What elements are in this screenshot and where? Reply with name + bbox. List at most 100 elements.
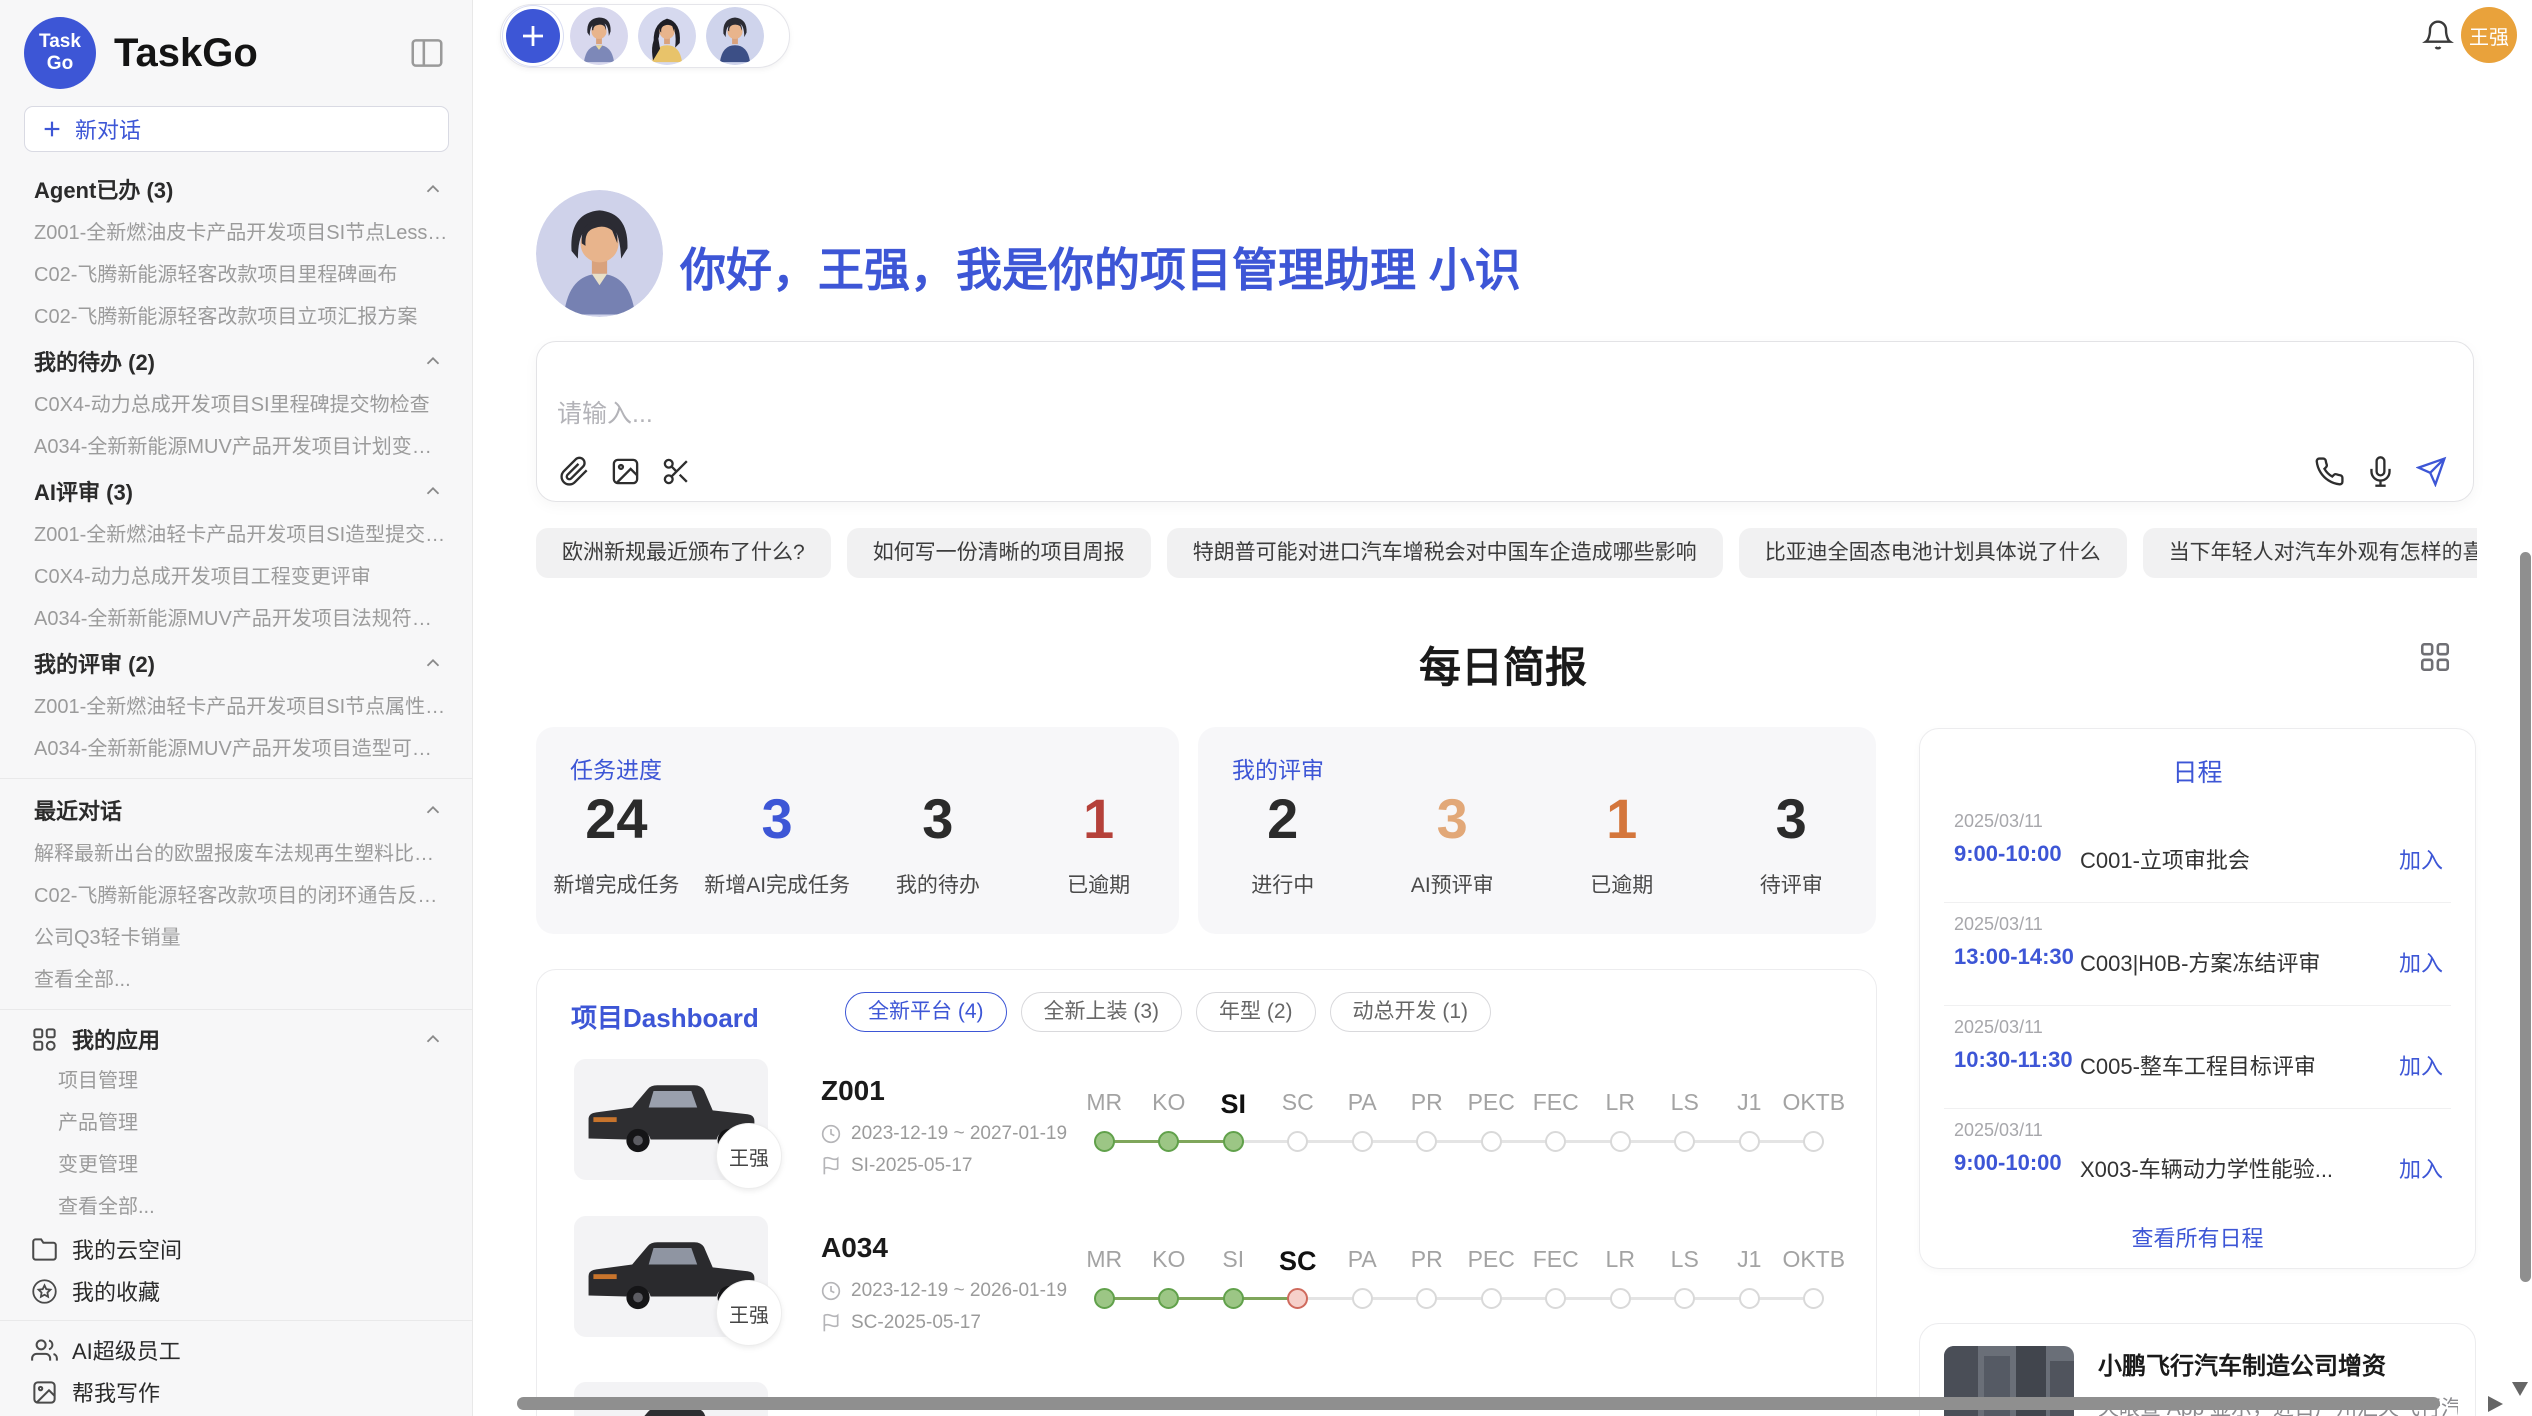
- list-item[interactable]: C0X4-动力总成开发项目SI里程碑提交物检查: [0, 384, 472, 426]
- project-milestone-flag: SC-2025-05-17: [821, 1312, 981, 1334]
- schedule-date: 2025/03/11: [1954, 914, 2043, 935]
- paperclip-icon[interactable]: [559, 456, 590, 487]
- list-item[interactable]: C0X4-动力总成开发项目工程变更评审: [0, 556, 472, 598]
- milestone-dot[interactable]: [1094, 1131, 1115, 1152]
- milestone-dot[interactable]: [1739, 1288, 1760, 1309]
- milestone-dot[interactable]: [1223, 1288, 1244, 1309]
- join-button[interactable]: 加入: [2399, 1049, 2443, 1081]
- milestone-label: MR: [1072, 1246, 1137, 1277]
- logo-text-bottom: Go: [47, 53, 73, 75]
- milestone-dot[interactable]: [1803, 1288, 1824, 1309]
- milestone-dot[interactable]: [1545, 1288, 1566, 1309]
- milestone-dot[interactable]: [1352, 1288, 1373, 1309]
- sidebar-item-my-apps[interactable]: 我的应用: [0, 1018, 472, 1060]
- phone-icon[interactable]: [2314, 456, 2345, 487]
- notification-bell-icon[interactable]: [2422, 19, 2454, 51]
- section-ai-review[interactable]: AI评审 (3): [0, 468, 472, 514]
- section-recent-chats[interactable]: 最近对话: [0, 787, 472, 833]
- milestone-dot[interactable]: [1803, 1131, 1824, 1152]
- sidebar-item-help-me-write[interactable]: 帮我写作: [0, 1371, 472, 1413]
- milestone-dot[interactable]: [1094, 1288, 1115, 1309]
- list-item[interactable]: Z001-全新燃油轻卡产品开发项目SI造型提交物评审: [0, 514, 472, 556]
- list-item[interactable]: 解释最新出台的欧盟报废车法规再生塑料比例被调至15%...: [0, 833, 472, 875]
- tab-new-body[interactable]: 全新上装 (3): [1021, 992, 1183, 1032]
- user-avatar[interactable]: 王强: [2461, 7, 2517, 63]
- milestone-dot[interactable]: [1545, 1131, 1566, 1152]
- list-item[interactable]: A034-全新新能源MUV产品开发项目计划变更表编写: [0, 426, 472, 468]
- agent-avatar-2[interactable]: [638, 7, 696, 65]
- list-item[interactable]: Z001-全新燃油轻卡产品开发项目SI节点属性5D文件评审: [0, 686, 472, 728]
- section-my-review[interactable]: 我的评审 (2): [0, 640, 472, 686]
- suggestion-chip[interactable]: 特朗普可能对进口汽车增税会对中国车企造成哪些影响: [1167, 528, 1723, 578]
- milestone-dot[interactable]: [1739, 1131, 1760, 1152]
- suggestion-chip[interactable]: 当下年轻人对汽车外观有怎样的喜好趋势: [2143, 528, 2477, 578]
- collapse-sidebar-icon[interactable]: [408, 34, 446, 72]
- list-item[interactable]: Z001-全新燃油皮卡产品开发项目SI节点Lesson Learn报告: [0, 212, 472, 254]
- milestone-dot[interactable]: [1416, 1131, 1437, 1152]
- join-button[interactable]: 加入: [2399, 946, 2443, 978]
- milestone-dot[interactable]: [1674, 1131, 1695, 1152]
- list-item[interactable]: A034-全新新能源MUV产品开发项目法规符合性评审: [0, 598, 472, 640]
- horizontal-scrollbar[interactable]: [517, 1397, 2440, 1410]
- suggestion-chip[interactable]: 欧洲新规最近颁布了什么?: [536, 528, 831, 578]
- add-agent-button[interactable]: [506, 9, 560, 63]
- milestone-dot[interactable]: [1158, 1131, 1179, 1152]
- sidebar-item-favorites[interactable]: 我的收藏: [0, 1270, 472, 1312]
- sidebar-item-ai-super-staff[interactable]: AI超级员工: [0, 1329, 472, 1371]
- grid-icon: [31, 1026, 58, 1053]
- milestone-dot[interactable]: [1481, 1131, 1502, 1152]
- milestone-dot[interactable]: [1352, 1131, 1373, 1152]
- milestone-dot[interactable]: [1416, 1288, 1437, 1309]
- new-chat-label: 新对话: [75, 113, 141, 145]
- image-upload-icon[interactable]: [610, 456, 641, 487]
- agent-avatar-3[interactable]: [706, 7, 764, 65]
- dashboard-title: 项目Dashboard: [571, 998, 759, 1035]
- project-row[interactable]: 王强 Z001 2023-12-19 ~ 2027-01-19 SI-2025-…: [537, 1059, 1876, 1216]
- join-button[interactable]: 加入: [2399, 1152, 2443, 1184]
- scissors-icon[interactable]: [661, 456, 692, 487]
- milestone-dot[interactable]: [1674, 1288, 1695, 1309]
- view-all-schedule[interactable]: 查看所有日程: [1920, 1221, 2475, 1253]
- tab-year-model[interactable]: 年型 (2): [1196, 992, 1316, 1032]
- chat-input[interactable]: [557, 400, 1957, 429]
- milestone-label: LS: [1653, 1246, 1718, 1277]
- list-item[interactable]: C02-飞腾新能源轻客改款项目的闭环通告反馈情况: [0, 875, 472, 917]
- list-item[interactable]: C02-飞腾新能源轻客改款项目里程碑画布: [0, 254, 472, 296]
- assistant-avatar: [536, 190, 663, 317]
- vertical-scrollbar[interactable]: [2520, 552, 2531, 1282]
- section-my-todo[interactable]: 我的待办 (2): [0, 338, 472, 384]
- project-row[interactable]: 王强 A034 2023-12-19 ~ 2026-01-19 SC-2025-…: [537, 1216, 1876, 1373]
- sidebar-item-project-mgmt[interactable]: 项目管理: [0, 1060, 472, 1102]
- join-button[interactable]: 加入: [2399, 843, 2443, 875]
- suggestion-chip[interactable]: 如何写一份清晰的项目周报: [847, 528, 1151, 578]
- microphone-icon[interactable]: [2365, 456, 2396, 487]
- sidebar-item-cloud-space[interactable]: 我的云空间: [0, 1228, 472, 1270]
- milestone-dot[interactable]: [1287, 1131, 1308, 1152]
- list-item[interactable]: C02-飞腾新能源轻客改款项目立项汇报方案: [0, 296, 472, 338]
- briefing-layout-icon[interactable]: [2418, 640, 2452, 674]
- milestone-dot[interactable]: [1610, 1288, 1631, 1309]
- agent-avatar-1[interactable]: [570, 7, 628, 65]
- new-chat-button[interactable]: 新对话: [24, 106, 449, 152]
- scroll-down-arrow-icon[interactable]: [2512, 1382, 2528, 1396]
- sidebar-item-change-mgmt[interactable]: 变更管理: [0, 1144, 472, 1186]
- schedule-item: 2025/03/11 10:30-11:30 C005-整车工程目标评审 加入: [1920, 1005, 2475, 1108]
- milestone-dot[interactable]: [1610, 1131, 1631, 1152]
- list-item[interactable]: 公司Q3轻卡销量: [0, 917, 472, 959]
- suggestion-chip[interactable]: 比亚迪全固态电池计划具体说了什么: [1739, 528, 2127, 578]
- milestone-dot[interactable]: [1223, 1131, 1244, 1152]
- section-agent-done[interactable]: Agent已办 (3): [0, 166, 472, 212]
- view-all-apps[interactable]: 查看全部...: [0, 1186, 472, 1228]
- sidebar-item-product-mgmt[interactable]: 产品管理: [0, 1102, 472, 1144]
- milestone-dot[interactable]: [1481, 1288, 1502, 1309]
- tab-powertrain[interactable]: 动总开发 (1): [1330, 992, 1492, 1032]
- send-icon[interactable]: [2416, 456, 2447, 487]
- list-item[interactable]: A034-全新新能源MUV产品开发项目造型可行性评审: [0, 728, 472, 770]
- input-attachments: [559, 456, 692, 487]
- milestone-dot-overdue[interactable]: [1287, 1288, 1308, 1309]
- tab-new-platform[interactable]: 全新平台 (4): [845, 992, 1007, 1032]
- scroll-right-arrow-icon[interactable]: [2488, 1396, 2503, 1412]
- stat-new-done: 24 新增完成任务: [536, 787, 697, 899]
- view-all-recent[interactable]: 查看全部...: [0, 959, 472, 1001]
- milestone-dot[interactable]: [1158, 1288, 1179, 1309]
